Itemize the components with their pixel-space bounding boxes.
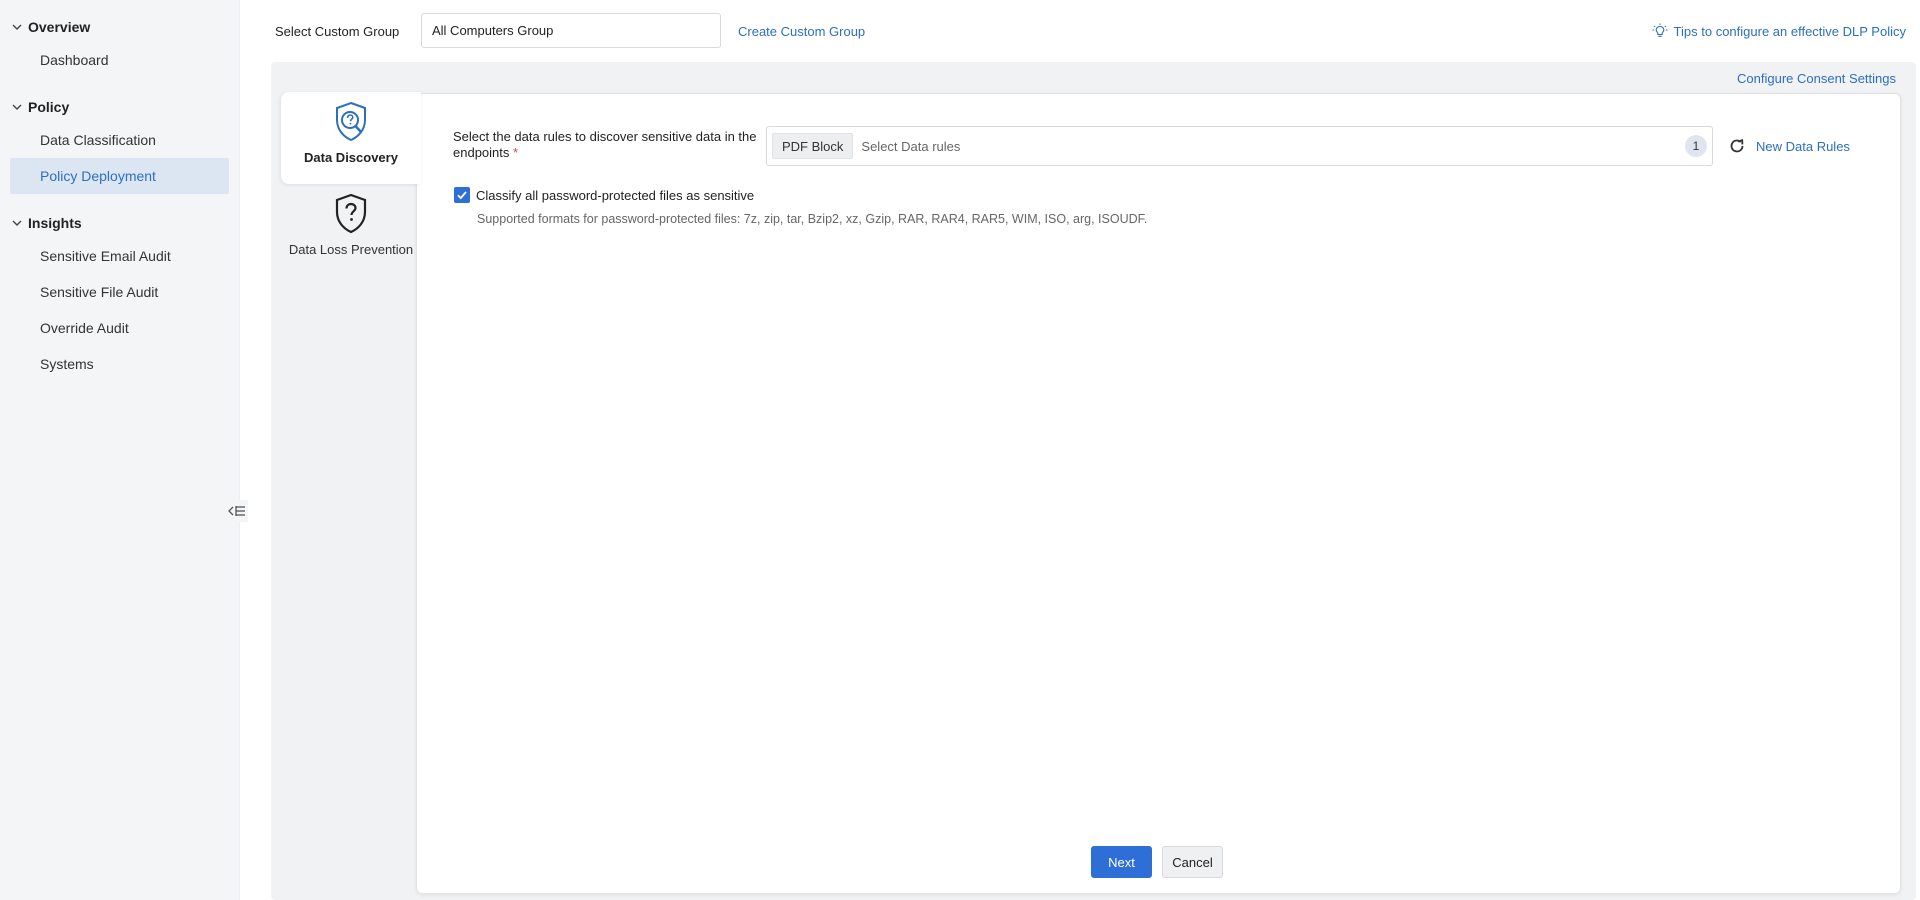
sidebar-item-dashboard[interactable]: Dashboard: [10, 42, 229, 78]
tips-link[interactable]: Tips to configure an effective DLP Polic…: [1652, 23, 1906, 39]
nav-header-label: Overview: [28, 19, 91, 35]
refresh-icon[interactable]: [1728, 137, 1746, 155]
tips-label: Tips to configure an effective DLP Polic…: [1673, 23, 1906, 39]
tab-label: Data Discovery: [304, 150, 398, 165]
supported-formats-text: Supported formats for password-protected…: [477, 212, 1148, 226]
question-shield-icon: [335, 193, 367, 234]
classify-password-checkbox[interactable]: [454, 187, 470, 203]
nav-section-insights: Insights Sensitive Email Audit Sensitive…: [0, 212, 239, 382]
step-tabs: Data Discovery Data Loss Prevention: [281, 92, 421, 276]
step-content: Select the data rules to discover sensit…: [416, 93, 1901, 894]
collapse-sidebar-icon[interactable]: [226, 500, 248, 522]
nav-header-insights[interactable]: Insights: [0, 212, 239, 234]
new-data-rules-link[interactable]: New Data Rules: [1756, 139, 1850, 154]
chevron-down-icon: [12, 104, 22, 110]
search-shield-icon: [336, 101, 366, 142]
nav-header-overview[interactable]: Overview: [0, 16, 239, 38]
sidebar-item-policy-deployment[interactable]: Policy Deployment: [10, 158, 229, 194]
custom-group-label: Select Custom Group: [275, 24, 400, 39]
sidebar-item-override-audit[interactable]: Override Audit: [10, 310, 229, 346]
cancel-button[interactable]: Cancel: [1162, 846, 1223, 878]
custom-group-input[interactable]: [421, 13, 721, 48]
data-rules-label: Select the data rules to discover sensit…: [453, 129, 763, 161]
chevron-down-icon: [12, 24, 22, 30]
nav-section-overview: Overview Dashboard: [0, 16, 239, 78]
data-rules-select[interactable]: PDF Block Select Data rules 1: [766, 126, 1713, 166]
nav-header-label: Insights: [28, 215, 82, 231]
data-rules-label-text: Select the data rules to discover sensit…: [453, 129, 757, 160]
chevron-down-icon: [12, 220, 22, 226]
lightbulb-icon: [1652, 23, 1668, 37]
create-custom-group-link[interactable]: Create Custom Group: [738, 24, 865, 39]
tab-data-discovery[interactable]: Data Discovery: [281, 92, 421, 184]
nav-section-policy: Policy Data Classification Policy Deploy…: [0, 96, 239, 194]
sidebar-item-sensitive-file-audit[interactable]: Sensitive File Audit: [10, 274, 229, 310]
tab-data-loss-prevention[interactable]: Data Loss Prevention: [281, 184, 421, 276]
classify-password-label: Classify all password-protected files as…: [476, 187, 755, 203]
next-button[interactable]: Next: [1091, 846, 1152, 878]
nav-header-label: Policy: [28, 99, 70, 115]
rules-count-badge: 1: [1685, 135, 1707, 157]
selected-rule-chip[interactable]: PDF Block: [772, 133, 854, 159]
classify-password-row: Classify all password-protected files as…: [454, 187, 754, 203]
sidebar-item-sensitive-email-audit[interactable]: Sensitive Email Audit: [10, 238, 229, 274]
required-marker: *: [513, 145, 519, 160]
sidebar-item-data-classification[interactable]: Data Classification: [10, 122, 229, 158]
topbar: Select Custom Group Create Custom Group …: [240, 0, 1920, 62]
check-icon: [457, 191, 467, 200]
configure-consent-link[interactable]: Configure Consent Settings: [1737, 71, 1896, 86]
sidebar: Overview Dashboard Policy Data Classific…: [0, 0, 240, 900]
policy-panel: Configure Consent Settings Data Discover…: [271, 62, 1916, 900]
sidebar-item-systems[interactable]: Systems: [10, 346, 229, 382]
tab-label: Data Loss Prevention: [288, 242, 414, 257]
nav-header-policy[interactable]: Policy: [0, 96, 239, 118]
data-rules-placeholder: Select Data rules: [861, 138, 961, 154]
